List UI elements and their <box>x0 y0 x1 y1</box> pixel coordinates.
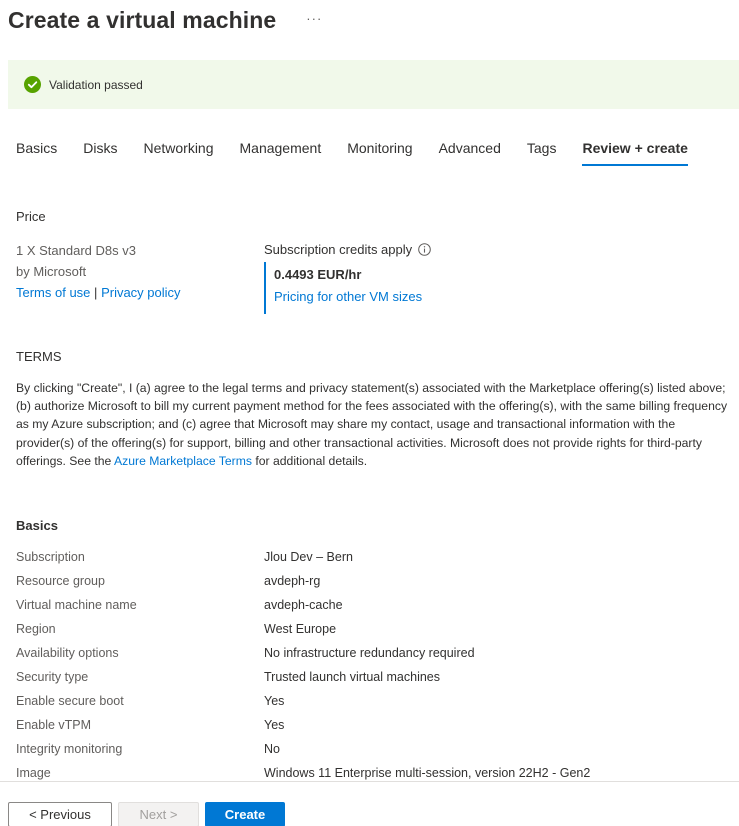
check-circle-icon <box>24 76 41 93</box>
summary-value: Trusted launch virtual machines <box>264 670 441 684</box>
summary-value: No infrastructure redundancy required <box>264 646 475 660</box>
summary-row: Resource group avdeph-rg <box>16 569 736 593</box>
summary-row: Region West Europe <box>16 617 736 641</box>
summary-value: No <box>264 742 280 756</box>
basics-heading: Basics <box>16 518 58 533</box>
summary-row: Availability options No infrastructure re… <box>16 641 736 665</box>
summary-value: Yes <box>264 694 285 708</box>
summary-key: Security type <box>16 670 89 684</box>
summary-key: Enable vTPM <box>16 718 92 732</box>
legal-links: Terms of use | Privacy policy <box>16 282 181 303</box>
terms-heading: TERMS <box>16 349 62 364</box>
terms-text-after: for additional details. <box>251 453 368 468</box>
publisher: by Microsoft <box>16 264 87 279</box>
info-icon[interactable] <box>418 243 431 256</box>
summary-key: Region <box>16 622 56 636</box>
tab-tags[interactable]: Tags <box>527 136 557 166</box>
summary-row: Security type Trusted launch virtual mach… <box>16 665 736 689</box>
next-button: Next > <box>118 802 199 826</box>
summary-row: Integrity monitoring No <box>16 737 736 761</box>
summary-row: Enable secure boot Yes <box>16 689 736 713</box>
more-options-icon[interactable]: ··· <box>302 9 326 28</box>
summary-value: West Europe <box>264 622 337 636</box>
tab-networking[interactable]: Networking <box>143 136 213 166</box>
summary-key: Subscription <box>16 550 85 564</box>
tab-basics[interactable]: Basics <box>16 136 57 166</box>
summary-value: Yes <box>264 718 285 732</box>
tab-review-create[interactable]: Review + create <box>582 136 689 166</box>
price-heading: Price <box>16 209 46 224</box>
link-separator: | <box>94 285 98 300</box>
privacy-policy-link[interactable]: Privacy policy <box>101 285 180 300</box>
wizard-tabs: Basics Disks Networking Management Monit… <box>16 136 714 166</box>
credits-label: Subscription credits apply <box>264 242 413 257</box>
price-details: 1 X Standard D8s v3 by Microsoft Terms o… <box>16 240 181 303</box>
tab-disks[interactable]: Disks <box>83 136 117 166</box>
validation-text: Validation passed <box>49 77 143 92</box>
azure-marketplace-terms-link[interactable]: Azure Marketplace Terms <box>114 454 252 468</box>
summary-key: Availability options <box>16 646 119 660</box>
summary-value: avdeph-rg <box>264 574 321 588</box>
vm-sku: 1 X Standard D8s v3 <box>16 243 136 258</box>
tab-advanced[interactable]: Advanced <box>439 136 501 166</box>
other-vm-sizes-link[interactable]: Pricing for other VM sizes <box>274 289 422 304</box>
create-button[interactable]: Create <box>205 802 285 826</box>
validation-banner: Validation passed <box>8 60 739 109</box>
summary-key: Resource group <box>16 574 105 588</box>
summary-key: Integrity monitoring <box>16 742 123 756</box>
terms-of-use-link[interactable]: Terms of use <box>16 285 90 300</box>
summary-key: Image <box>16 766 51 780</box>
page-title: Create a virtual machine <box>8 6 277 33</box>
basics-summary: Subscription Jlou Dev – Bern Resource gro… <box>16 545 736 785</box>
summary-key: Enable secure boot <box>16 694 124 708</box>
summary-row: Subscription Jlou Dev – Bern <box>16 545 736 569</box>
summary-key: Virtual machine name <box>16 598 137 612</box>
tab-management[interactable]: Management <box>240 136 322 166</box>
summary-value: avdeph-cache <box>264 598 343 612</box>
previous-button[interactable]: < Previous <box>8 802 112 826</box>
tab-monitoring[interactable]: Monitoring <box>347 136 412 166</box>
terms-text: By clicking "Create", I (a) agree to the… <box>16 379 732 470</box>
summary-value: Windows 11 Enterprise multi-session, ver… <box>264 766 591 780</box>
hourly-price: 0.4493 EUR/hr <box>274 267 362 282</box>
subscription-credits: Subscription credits apply <box>264 242 431 257</box>
wizard-footer: < Previous Next > Create <box>0 781 739 826</box>
title-row: Create a virtual machine ··· <box>8 4 326 36</box>
summary-row: Virtual machine name avdeph-cache <box>16 593 736 617</box>
price-summary: 0.4493 EUR/hr Pricing for other VM sizes <box>264 262 422 314</box>
summary-row: Enable vTPM Yes <box>16 713 736 737</box>
summary-value: Jlou Dev – Bern <box>264 550 353 564</box>
